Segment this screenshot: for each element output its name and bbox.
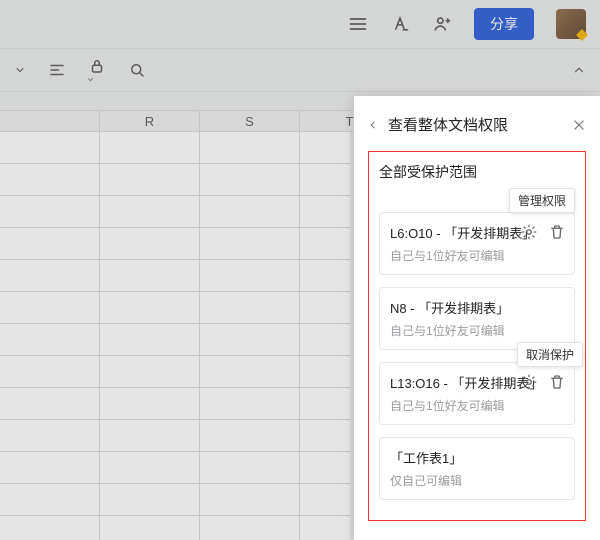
highlight-box: 全部受保护范围 管理权限 取消保护 L6:O10 - 「开发排期表」自己与1位好… — [368, 151, 586, 521]
panel-header: 查看整体文档权限 — [368, 114, 586, 135]
back-icon[interactable] — [368, 118, 378, 132]
section-title: 全部受保护范围 — [379, 162, 575, 182]
protection-item[interactable]: 「工作表1」仅自己可编辑 — [379, 437, 575, 500]
protection-item-sub: 自己与1位好友可编辑 — [390, 247, 564, 264]
protection-item-sub: 仅自己可编辑 — [390, 472, 564, 489]
gear-icon[interactable] — [520, 223, 538, 241]
gear-icon[interactable] — [520, 373, 538, 391]
tooltip-manage: 管理权限 — [509, 188, 575, 213]
protection-item[interactable]: N8 - 「开发排期表」自己与1位好友可编辑 — [379, 287, 575, 350]
close-icon[interactable] — [572, 118, 586, 132]
protection-item-sub: 自己与1位好友可编辑 — [390, 397, 564, 414]
trash-icon[interactable] — [548, 373, 566, 391]
protection-item-name: 「工作表1」 — [390, 448, 564, 467]
tooltip-cancel: 取消保护 — [517, 342, 583, 367]
protection-item[interactable]: L13:O16 - 「开发排期表」自己与1位好友可编辑 — [379, 362, 575, 425]
protection-panel: 查看整体文档权限 全部受保护范围 管理权限 取消保护 L6:O10 - 「开发排… — [354, 96, 600, 540]
protection-item[interactable]: L6:O10 - 「开发排期表」自己与1位好友可编辑 — [379, 212, 575, 275]
panel-title: 查看整体文档权限 — [388, 114, 562, 135]
protection-item-sub: 自己与1位好友可编辑 — [390, 322, 564, 339]
protection-item-name: N8 - 「开发排期表」 — [390, 298, 564, 317]
trash-icon[interactable] — [548, 223, 566, 241]
